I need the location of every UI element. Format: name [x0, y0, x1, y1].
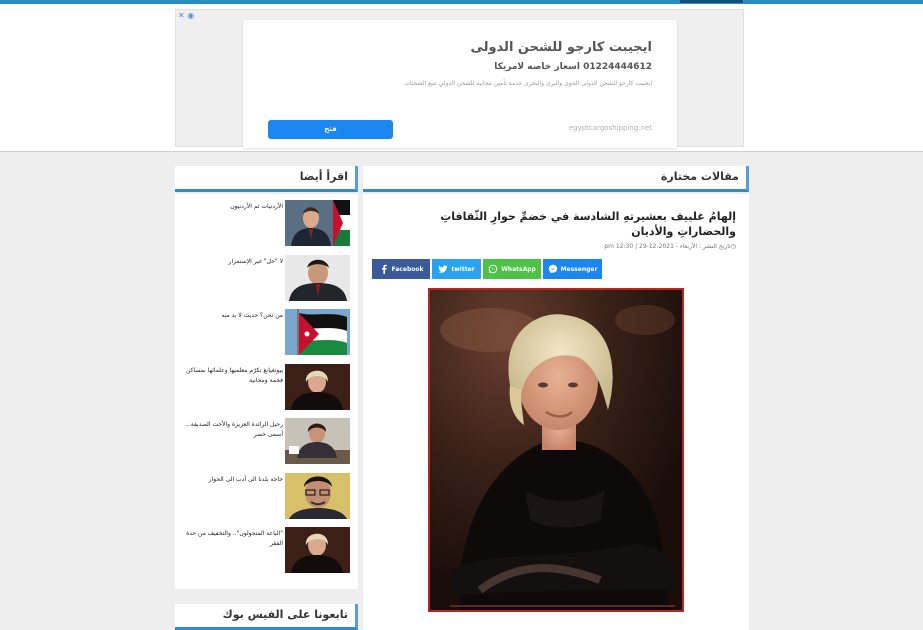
related-section-header: اقرأ أيضا — [175, 166, 358, 192]
related-item-title[interactable]: الأردنيات ثم الأردنيون — [183, 202, 283, 212]
related-item-title[interactable]: لا "حل" غير الإستمرار — [183, 257, 283, 267]
facebook-icon — [381, 264, 387, 274]
ad-subtitle: 01224444612 اسعار خاصه لامريكا — [494, 62, 652, 72]
top-active-tab-indicator — [680, 0, 743, 3]
related-item-title[interactable]: رحيل الرائدة العزيزة والأخت الصديقة... أ… — [183, 420, 283, 440]
man-portrait-image — [285, 255, 350, 301]
related-section-title: اقرأ أيضا — [299, 170, 348, 183]
ad-open-button[interactable]: فتح — [268, 120, 393, 139]
article-meta: ◷تاريخ النشر : الأربعاء - 2021-12-29 | 1… — [604, 243, 736, 250]
related-item-title[interactable]: حاجة بلدنا الى أدب الى الحوار — [183, 475, 283, 485]
share-whatsapp-button[interactable]: WhatsApp — [483, 259, 541, 279]
related-thumb[interactable] — [285, 418, 350, 464]
man-with-glasses-image — [285, 473, 350, 519]
related-thumb[interactable] — [285, 527, 350, 573]
related-thumb[interactable] — [285, 309, 350, 355]
share-buttons: Facebook twitter WhatsApp Messenger — [372, 259, 602, 279]
article-date: تاريخ النشر : الأربعاء - 2021-12-29 | 12… — [604, 243, 731, 250]
article-photo[interactable] — [428, 288, 684, 612]
woman-at-desk-image — [285, 418, 350, 464]
share-messenger-label: Messenger — [560, 265, 598, 273]
related-item[interactable]: بيونغيانغ تكرّم معلميها وعلمائها بمساكن … — [175, 364, 358, 412]
messenger-icon — [548, 264, 557, 274]
article-title[interactable]: إلهامُ غلييف بعشيرتهِ الشادسة في خضمِّ ح… — [391, 209, 736, 239]
clock-icon: ◷ — [730, 243, 736, 250]
advertisement[interactable]: ✕ ◉ ايجيبت كارجو للشحن الدولى 0122444461… — [175, 9, 744, 148]
featured-article: إلهامُ غلييف بعشيرتهِ الشادسة في خضمِّ ح… — [363, 194, 749, 630]
top-divider — [0, 151, 923, 152]
related-item[interactable]: من نحن؟ حديث لا بد منه — [175, 309, 358, 357]
featured-section-header: مقالات مختارة — [363, 166, 749, 192]
ad-card[interactable]: ايجيبت كارجو للشحن الدولى 01224444612 اس… — [243, 20, 677, 148]
share-twitter-label: twitter — [451, 265, 475, 273]
ad-domain[interactable]: egyptcargoshipping.net — [569, 124, 652, 132]
facebook-section-header: تابعونا على الفيس بوك — [175, 604, 358, 630]
share-facebook-label: Facebook — [391, 265, 424, 273]
ad-description: ايجيبت كارجو للشحن الدولى الجوى والبرى و… — [404, 80, 652, 87]
woman-portrait-image — [285, 527, 350, 573]
whatsapp-icon — [488, 264, 498, 274]
related-item[interactable]: الأردنيات ثم الأردنيون — [175, 200, 358, 248]
share-messenger-button[interactable]: Messenger — [543, 259, 602, 279]
featured-section-title: مقالات مختارة — [660, 170, 739, 183]
jordan-flag-image — [285, 309, 350, 355]
share-facebook-button[interactable]: Facebook — [372, 259, 430, 279]
related-thumb[interactable] — [285, 255, 350, 301]
share-whatsapp-label: WhatsApp — [501, 265, 536, 273]
related-list: الأردنيات ثم الأردنيون لا "حل" غير الإست… — [175, 194, 358, 589]
related-item[interactable]: رحيل الرائدة العزيزة والأخت الصديقة... أ… — [175, 418, 358, 466]
woman-portrait-image — [285, 364, 350, 410]
related-item-title[interactable]: بيونغيانغ تكرّم معلميها وعلمائها بمساكن … — [183, 366, 283, 386]
related-item[interactable]: "الباعة المتجولون".. والتخفيف من حدة الف… — [175, 527, 358, 575]
related-item[interactable]: لا "حل" غير الإستمرار — [175, 255, 358, 303]
man-with-jordan-flag-image — [285, 200, 350, 246]
related-item[interactable]: حاجة بلدنا الى أدب الى الحوار — [175, 473, 358, 521]
facebook-section-title: تابعونا على الفيس بوك — [222, 608, 348, 621]
ad-title[interactable]: ايجيبت كارجو للشحن الدولى — [470, 40, 652, 55]
twitter-icon — [438, 265, 448, 273]
ad-choices-icon[interactable]: ✕ ◉ — [178, 11, 194, 20]
related-thumb[interactable] — [285, 473, 350, 519]
woman-portrait-photo — [430, 290, 682, 610]
related-item-title[interactable]: "الباعة المتجولون".. والتخفيف من حدة الف… — [183, 529, 283, 549]
related-thumb[interactable] — [285, 200, 350, 246]
related-item-title[interactable]: من نحن؟ حديث لا بد منه — [183, 311, 283, 321]
related-thumb[interactable] — [285, 364, 350, 410]
share-twitter-button[interactable]: twitter — [432, 259, 481, 279]
